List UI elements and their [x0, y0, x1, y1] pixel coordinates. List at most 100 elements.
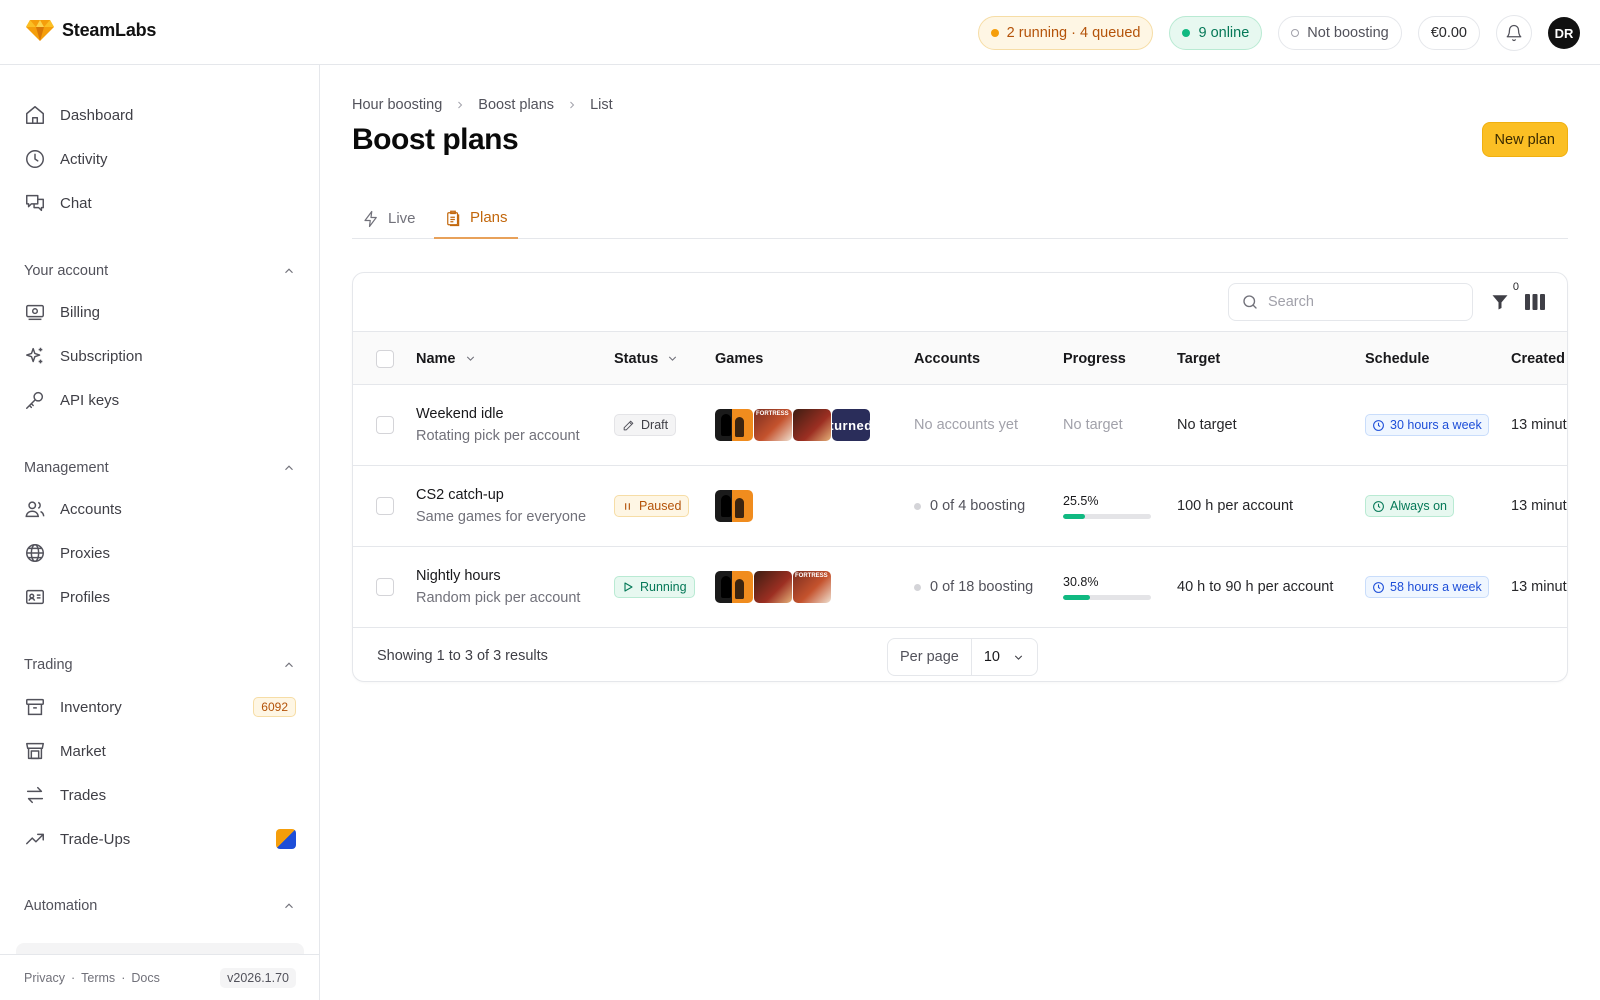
- accounts-cell: 0 of 18 boosting: [914, 547, 1033, 627]
- tab-plans[interactable]: Plans: [434, 198, 518, 239]
- per-page-control[interactable]: Per page 10: [887, 638, 1038, 676]
- chevron-up-icon: [285, 465, 293, 471]
- name-cell: CS2 catch-up Same games for everyone: [416, 466, 586, 546]
- sidebar-item-label: Proxies: [60, 544, 111, 562]
- schedule-badge: Always on: [1365, 495, 1454, 517]
- brand[interactable]: SteamLabs: [26, 18, 156, 42]
- target-cell: 40 h to 90 h per account: [1177, 579, 1334, 595]
- sidebar-item-label: Accounts: [60, 500, 122, 518]
- status-badge: Draft: [614, 414, 677, 436]
- queue-status-pill[interactable]: 2 running · 4 queued: [977, 16, 1154, 50]
- status-dot-icon: [1182, 29, 1191, 37]
- sidebar-item-proxies[interactable]: Proxies: [24, 536, 296, 570]
- plan-name[interactable]: Weekend idle: [416, 406, 504, 422]
- footer-separator: ·: [121, 970, 126, 985]
- sidebar-item-dashboard[interactable]: Dashboard: [24, 98, 296, 132]
- progress-bar: [1063, 513, 1151, 519]
- section-management[interactable]: Management: [24, 456, 296, 480]
- table-row[interactable]: CS2 catch-up Same games for everyone Pau…: [353, 466, 1567, 547]
- progress-cell: No target: [1063, 417, 1123, 433]
- sidebar-item-trades[interactable]: Trades: [24, 778, 296, 812]
- avatar[interactable]: DR: [1548, 17, 1580, 49]
- progress-fill: [1063, 594, 1091, 600]
- columns-icon[interactable]: [1525, 294, 1545, 310]
- store-icon: [26, 742, 44, 760]
- globe-icon: [26, 544, 44, 562]
- sidebar-item-market[interactable]: Market: [24, 734, 296, 768]
- section-trading[interactable]: Trading: [24, 653, 296, 677]
- pencil-icon: [623, 420, 634, 430]
- schedule-cell: 58 hours a week: [1365, 547, 1489, 627]
- unturned-game-icon: turned: [831, 408, 871, 442]
- sidebar-item-accounts[interactable]: Accounts: [24, 492, 296, 526]
- new-plan-button[interactable]: New plan: [1481, 122, 1568, 157]
- sidebar-item-activity[interactable]: Activity: [24, 142, 296, 176]
- breadcrumb-boost-plans[interactable]: Boost plans: [478, 97, 554, 113]
- section-your-account[interactable]: Your account: [24, 259, 296, 283]
- lightning-icon: [364, 210, 377, 227]
- terms-link[interactable]: Terms: [81, 971, 115, 985]
- docs-link[interactable]: Docs: [131, 971, 159, 985]
- sidebar-item-inventory[interactable]: Inventory 6092: [24, 690, 296, 724]
- status-dot-icon: [914, 583, 921, 591]
- chevron-down-icon: [1014, 654, 1023, 660]
- column-created: Created: [1511, 350, 1565, 367]
- privacy-link[interactable]: Privacy: [24, 971, 65, 985]
- status-text: Running: [640, 580, 687, 594]
- section-automation[interactable]: Automation: [24, 894, 296, 918]
- search-input[interactable]: [1268, 294, 1448, 310]
- billing-icon: [26, 304, 44, 321]
- table-header: Name Status Games Accounts Progress Targ…: [353, 332, 1567, 385]
- row-checkbox[interactable]: [376, 416, 394, 434]
- online-status-pill[interactable]: 9 online: [1169, 16, 1263, 50]
- tab-label: Live: [388, 210, 416, 227]
- table-row[interactable]: Nightly hours Random pick per account Ru…: [353, 547, 1567, 628]
- search-box[interactable]: [1228, 283, 1473, 321]
- schedule-text: 58 hours a week: [1390, 580, 1482, 594]
- select-all-checkbox[interactable]: [376, 349, 394, 368]
- filter-icon[interactable]: [1491, 293, 1509, 311]
- column-name[interactable]: Name: [416, 332, 477, 385]
- notifications-button[interactable]: [1496, 15, 1532, 51]
- balance-pill[interactable]: €0.00: [1417, 16, 1480, 50]
- row-checkbox[interactable]: [376, 578, 394, 596]
- chevron-up-icon: [285, 662, 293, 668]
- search-icon: [1243, 295, 1257, 309]
- column-progress: Progress: [1063, 350, 1126, 367]
- sidebar-item-label: API keys: [60, 391, 120, 409]
- sidebar-item-subscription[interactable]: Subscription: [24, 339, 296, 373]
- per-page-select[interactable]: 10: [972, 639, 1037, 675]
- sidebar-item-profiles[interactable]: Profiles: [24, 580, 296, 614]
- plan-name[interactable]: Nightly hours: [416, 568, 501, 584]
- name-cell: Nightly hours Random pick per account: [416, 547, 580, 627]
- column-label: Name: [416, 350, 456, 367]
- schedule-text: 30 hours a week: [1390, 418, 1482, 432]
- online-status-text: 9 online: [1198, 25, 1250, 41]
- sidebar-item-label: Dashboard: [60, 106, 134, 124]
- column-games: Games: [715, 350, 764, 367]
- table-row[interactable]: Weekend idle Rotating pick per account D…: [353, 385, 1567, 466]
- sidebar-item-billing[interactable]: Billing: [24, 295, 296, 329]
- breadcrumb-hour-boosting[interactable]: Hour boosting: [352, 97, 442, 113]
- sidebar-item-api-keys[interactable]: API keys: [24, 383, 296, 417]
- sidebar-footer: Privacy · Terms · Docs v2026.1.70: [0, 954, 319, 1000]
- trade-ups-badge-icon: [276, 829, 296, 849]
- sidebar-item-trade-ups[interactable]: Trade-Ups: [24, 822, 296, 856]
- clock-icon: [26, 150, 44, 168]
- status-dot-icon: [990, 29, 999, 37]
- row-select-cell: [376, 547, 394, 627]
- status-dot-icon: [914, 502, 921, 510]
- filter-count-badge: 0: [1512, 281, 1519, 293]
- row-checkbox[interactable]: [376, 497, 394, 515]
- users-icon: [25, 501, 45, 518]
- sidebar-item-chat[interactable]: Chat: [24, 186, 296, 220]
- games-cell: [714, 466, 754, 546]
- column-status[interactable]: Status: [614, 332, 679, 385]
- plan-name[interactable]: CS2 catch-up: [416, 487, 504, 503]
- page-title: Boost plans: [352, 123, 519, 156]
- tab-live[interactable]: Live: [352, 198, 426, 239]
- id-card-icon: [26, 589, 44, 605]
- status-cell: Paused: [614, 466, 690, 546]
- boost-status-pill[interactable]: Not boosting: [1278, 16, 1402, 50]
- clock-icon: [1373, 419, 1384, 431]
